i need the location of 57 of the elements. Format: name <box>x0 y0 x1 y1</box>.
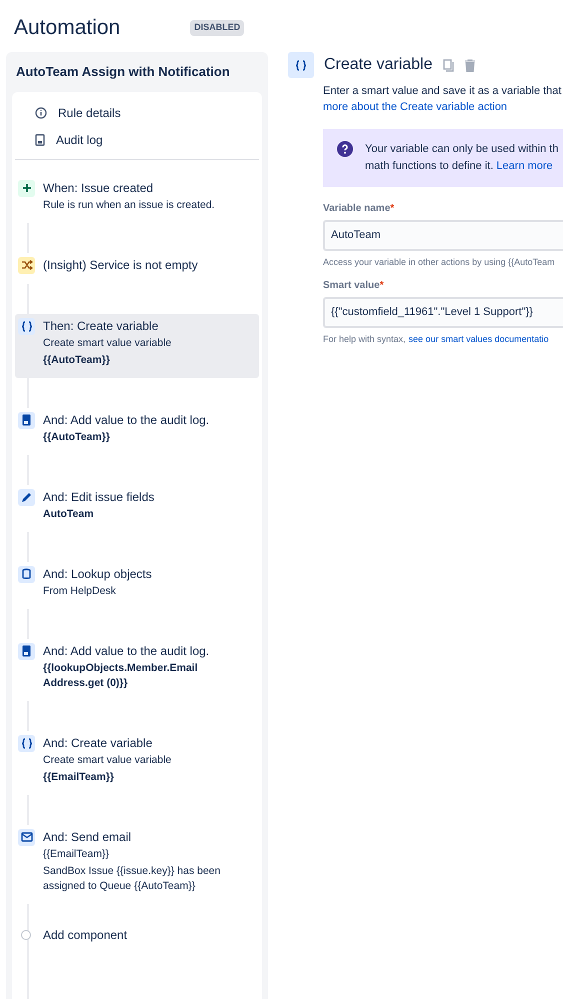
step-detail: {{AutoTeam}} <box>43 352 111 368</box>
step-detail: {{lookupObjects.Member.Email Address.get (0)}} <box>43 660 199 690</box>
step-title: And: Add value to the audit log. <box>43 642 210 658</box>
field-label: Smart value* <box>323 278 385 292</box>
step-title: And: Add value to the audit log. <box>43 412 210 428</box>
intro-text: Enter a smart value and save it as a variable that <box>323 84 562 99</box>
document-icon <box>22 414 31 426</box>
add-component-button[interactable]: Add component <box>15 926 259 944</box>
sidebar-link[interactable]: Rule details <box>15 100 259 126</box>
document-icon <box>22 645 31 657</box>
step-detail: {{EmailTeam}} <box>43 770 116 784</box>
step-detail: AutoTeam <box>43 506 95 522</box>
braces-icon <box>20 320 32 332</box>
field-label: Variable name* <box>323 202 396 216</box>
step-title: Then: Create variable <box>43 318 160 334</box>
rule-step[interactable]: Then: Create variable Create smart value variable {{AutoTeam}} <box>15 314 259 378</box>
required-asterisk: * <box>380 280 384 290</box>
envelope-icon <box>20 832 32 842</box>
callout-text: math functions to define it. <box>365 159 494 174</box>
step-title: And: Edit issue fields <box>43 488 154 504</box>
cylinder-icon <box>22 568 31 580</box>
step-title: When: Issue created <box>43 180 154 196</box>
step-detail: {{AutoTeam}} <box>43 430 111 444</box>
documentation-link[interactable]: see our smart values documentatio <box>408 332 549 346</box>
info-icon <box>35 107 47 119</box>
learn-more-link[interactable]: Learn more <box>496 158 553 175</box>
callout-text: Your variable can only be used within th <box>365 142 558 157</box>
required-asterisk: * <box>390 203 394 214</box>
field-help-text: Access your variable in other actions by using {{AutoTeam <box>323 256 555 269</box>
document-icon <box>35 134 45 146</box>
step-title: (Insight) Service is not empty <box>43 256 198 272</box>
shuffle-icon <box>20 260 32 270</box>
plus-icon <box>22 183 32 193</box>
step-title: And: Create variable <box>43 734 154 750</box>
trash-icon[interactable] <box>464 58 476 72</box>
sidebar-link[interactable]: Audit log <box>15 126 259 154</box>
step-title: And: Lookup objects <box>43 566 152 582</box>
page-title: Automation <box>14 15 120 42</box>
status-lozenge: DISABLED <box>190 20 244 36</box>
field-help-text: For help with syntax, <box>323 332 406 346</box>
step-detail: Rule is run when an issue is created. <box>43 198 215 212</box>
step-detail: Create smart value variable <box>43 336 172 350</box>
copy-icon[interactable] <box>442 58 454 72</box>
docs-link[interactable]: more about the Create variable action <box>323 101 508 113</box>
step-detail: {{EmailTeam}} <box>43 846 110 862</box>
text-field[interactable]: AutoTeam <box>323 220 563 251</box>
step-detail: Create smart value variable <box>43 752 172 768</box>
rule-name: AutoTeam Assign with Notification <box>15 63 231 81</box>
step-detail: From HelpDesk <box>43 584 117 598</box>
step-detail: SandBox Issue {{issue.key}} has been assigned to Queue {{AutoTeam}} <box>43 864 222 894</box>
step-title: And: Send email <box>43 828 132 844</box>
pencil-icon <box>21 492 32 502</box>
detail-title: Create variable <box>324 55 432 75</box>
text-field[interactable]: {{"customfield_11961"."Level 1 Support"}} <box>323 296 563 328</box>
braces-icon <box>295 60 307 70</box>
braces-icon <box>20 738 32 748</box>
question-icon <box>337 141 353 157</box>
